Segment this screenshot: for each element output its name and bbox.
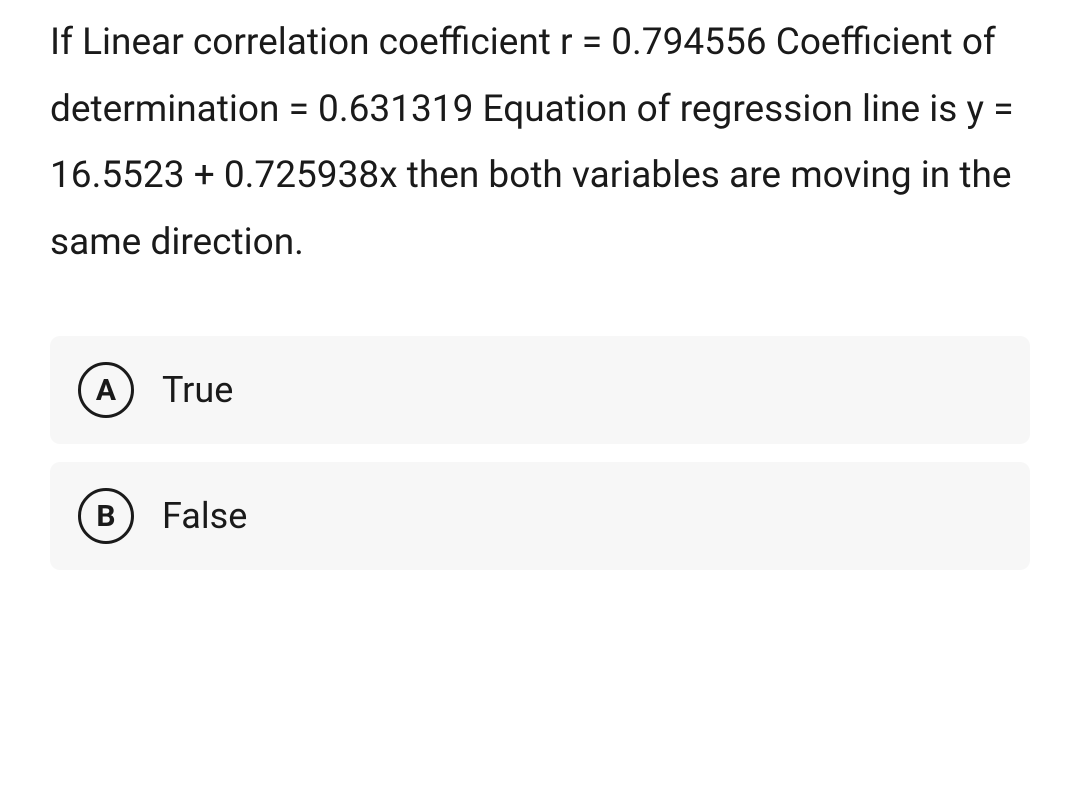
option-a[interactable]: A True	[50, 336, 1030, 444]
option-letter-a: A	[78, 362, 134, 418]
question-text: If Linear correlation coefficient r = 0.…	[50, 10, 1030, 276]
option-label-a: True	[162, 369, 233, 411]
option-label-b: False	[162, 495, 247, 537]
options-container: A True B False	[50, 336, 1030, 570]
option-letter-b: B	[78, 488, 134, 544]
option-b[interactable]: B False	[50, 462, 1030, 570]
